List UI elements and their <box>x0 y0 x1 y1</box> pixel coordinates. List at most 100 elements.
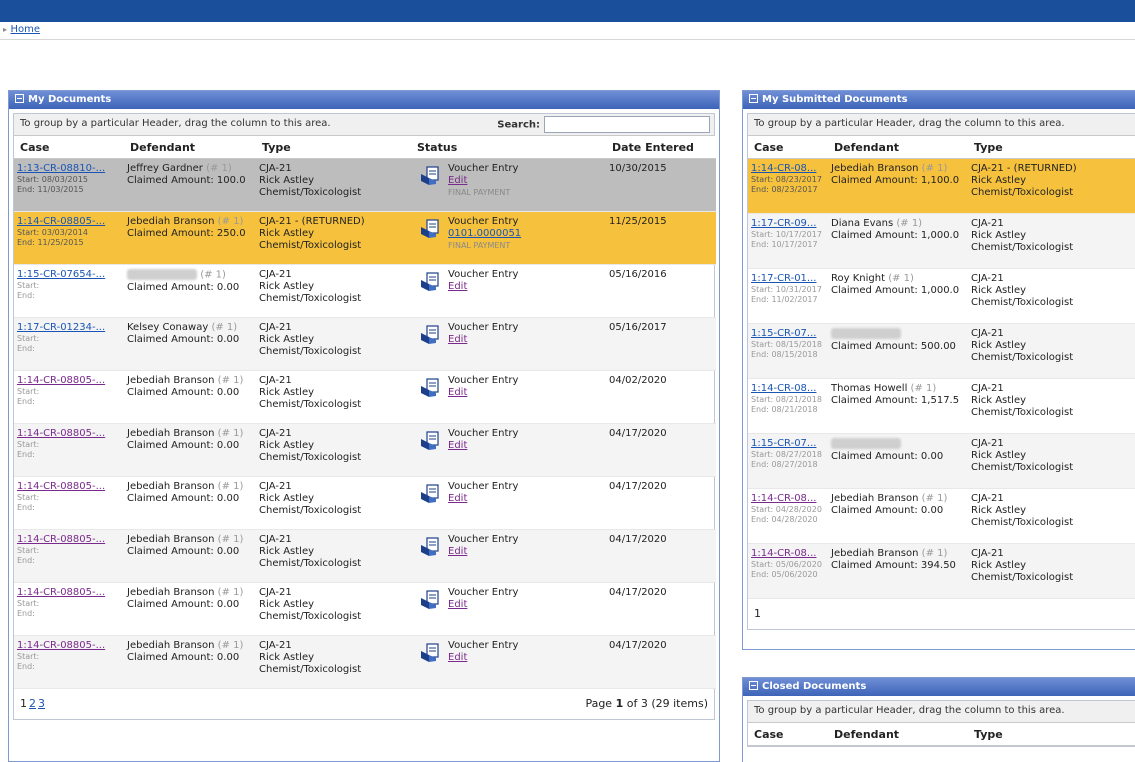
voucher-number-link[interactable]: 0101.0000051 <box>448 228 521 239</box>
case-link[interactable]: 1:14-CR-08805-... <box>17 534 105 545</box>
table-row[interactable]: 1:17-CR-01234-... Start: End: Kelsey Cona… <box>14 317 716 371</box>
table-row[interactable]: 1:14-CR-08805-... Start: End: Jebediah Br… <box>14 635 716 689</box>
case-link[interactable]: 1:17-CR-09... <box>751 218 816 229</box>
start-date: Start: <box>17 334 121 344</box>
edit-link[interactable]: Edit <box>448 387 467 398</box>
search-input[interactable] <box>544 116 710 133</box>
end-label: End: <box>751 240 769 249</box>
case-link[interactable]: 1:14-CR-08805-... <box>17 640 105 651</box>
case-link[interactable]: 1:14-CR-08... <box>751 383 816 394</box>
table-row[interactable]: 1:14-CR-08... Start: 08/23/2017 End: 08/23… <box>748 158 1135 214</box>
column-header[interactable]: Status <box>411 136 606 159</box>
table-row[interactable]: 1:17-CR-09... Start: 10/17/2017 End: 10/17… <box>748 213 1135 269</box>
edit-link[interactable]: Edit <box>448 175 467 186</box>
group-by-area[interactable]: To group by a particular Header, drag th… <box>748 114 1135 136</box>
case-link[interactable]: 1:14-CR-08805-... <box>17 216 105 227</box>
group-by-area[interactable]: To group by a particular Header, drag th… <box>748 701 1135 723</box>
case-link[interactable]: 1:14-CR-08... <box>751 493 816 504</box>
edit-link[interactable]: Edit <box>448 440 467 451</box>
table-row[interactable]: 1:15-CR-07654-... Start: End: (# 1) Claime… <box>14 264 716 318</box>
edit-link[interactable]: Edit <box>448 334 467 345</box>
table-row[interactable]: 1:14-CR-08805-... Start: End: Jebediah Br… <box>14 423 716 477</box>
edit-link[interactable]: Edit <box>448 599 467 610</box>
column-header[interactable]: Type <box>968 136 1135 159</box>
table-row[interactable]: 1:17-CR-01... Start: 10/31/2017 End: 11/02… <box>748 268 1135 324</box>
type-line: Chemist/Toxicologist <box>971 242 1074 253</box>
page-link[interactable]: 1 <box>754 607 761 620</box>
case-link[interactable]: 1:14-CR-08805-... <box>17 375 105 386</box>
submitted-documents-grid: To group by a particular Header, drag th… <box>747 113 1135 630</box>
column-header[interactable]: Case <box>748 136 828 159</box>
case-link[interactable]: 1:14-CR-08... <box>751 548 816 559</box>
table-row[interactable]: 1:15-CR-07... Start: 08/15/2018 End: 08/15… <box>748 323 1135 379</box>
column-header[interactable]: Defendant <box>828 136 968 159</box>
page-info: Page 1 of 3 (29 items) <box>585 697 708 710</box>
type-line: Rick Astley <box>259 599 315 610</box>
case-link[interactable]: 1:14-CR-08805-... <box>17 428 105 439</box>
table-row[interactable]: 1:14-CR-08... Start: 05/06/2020 End: 05/06… <box>748 543 1135 599</box>
date-entered: 04/17/2020 <box>606 635 716 689</box>
type-line: Chemist/Toxicologist <box>259 452 362 463</box>
page-link[interactable]: 2 <box>29 697 36 710</box>
case-link[interactable]: 1:14-CR-08... <box>751 163 816 174</box>
table-row[interactable]: 1:14-CR-08805-... Start: End: Jebediah Br… <box>14 370 716 424</box>
case-link[interactable]: 1:13-CR-08810-... <box>17 163 105 174</box>
defendant-cell: Roy Knight (# 1) Claimed Amount: 1,000.0 <box>828 268 968 324</box>
column-header[interactable]: Case <box>748 723 828 746</box>
type-line: Chemist/Toxicologist <box>259 240 362 251</box>
column-header[interactable]: Type <box>256 136 411 159</box>
column-header[interactable]: Defendant <box>124 136 256 159</box>
type-line: CJA-21 <box>971 383 1004 394</box>
collapse-icon[interactable] <box>15 94 24 103</box>
table-row[interactable]: 1:14-CR-08805-... Start: 03/03/2014 End: 1… <box>14 211 716 265</box>
submitted-documents-header[interactable]: My Submitted Documents <box>743 91 1135 109</box>
page-link[interactable]: 3 <box>38 697 45 710</box>
start-label: Start: <box>751 175 774 184</box>
table-row[interactable]: 1:14-CR-08... Start: 08/21/2018 End: 08/21… <box>748 378 1135 434</box>
type-cell: CJA-21 Rick Astley Chemist/Toxicologist <box>256 264 411 318</box>
defendant-number: (# 1) <box>896 218 923 229</box>
table-row[interactable]: 1:14-CR-08... Start: 04/28/2020 End: 04/28… <box>748 488 1135 544</box>
type-line: CJA-21 <box>259 322 292 333</box>
case-link[interactable]: 1:17-CR-01234-... <box>17 322 105 333</box>
end-label: End: <box>17 344 35 353</box>
edit-link[interactable]: Edit <box>448 281 467 292</box>
collapse-icon[interactable] <box>749 94 758 103</box>
column-header[interactable]: Case <box>14 136 124 159</box>
edit-link[interactable]: Edit <box>448 652 467 663</box>
edit-link[interactable]: Edit <box>448 546 467 557</box>
page-link[interactable]: 1 <box>20 697 27 710</box>
table-row[interactable]: 1:15-CR-07... Start: 08/27/2018 End: 08/27… <box>748 433 1135 489</box>
claimed-amount: Claimed Amount: 1,100.0 <box>831 175 960 186</box>
column-header[interactable]: Date Entered <box>606 136 716 159</box>
my-documents-header[interactable]: My Documents <box>9 91 719 109</box>
case-link[interactable]: 1:14-CR-08805-... <box>17 587 105 598</box>
redacted-name <box>831 438 901 449</box>
case-link[interactable]: 1:14-CR-08805-... <box>17 481 105 492</box>
case-link[interactable]: 1:15-CR-07... <box>751 438 816 449</box>
table-row[interactable]: 1:13-CR-08810-... Start: 08/03/2015 End: 1… <box>14 158 716 212</box>
edit-link[interactable]: Edit <box>448 493 467 504</box>
type-line: Rick Astley <box>259 281 315 292</box>
collapse-icon[interactable] <box>749 681 758 690</box>
defendant-number: (# 1) <box>200 269 226 281</box>
column-header[interactable]: Type <box>968 723 1135 746</box>
case-link[interactable]: 1:15-CR-07... <box>751 328 816 339</box>
voucher-document-icon <box>421 325 439 344</box>
type-cell: CJA-21 Rick Astley Chemist/Toxicologist <box>968 543 1135 599</box>
group-by-area[interactable]: To group by a particular Header, drag th… <box>14 114 714 136</box>
start-date: Start: 08/23/2017 <box>751 175 825 185</box>
closed-documents-header[interactable]: Closed Documents <box>743 678 1135 696</box>
start-date: Start: <box>17 440 121 450</box>
case-link[interactable]: 1:17-CR-01... <box>751 273 816 284</box>
table-row[interactable]: 1:14-CR-08805-... Start: End: Jebediah Br… <box>14 529 716 583</box>
breadcrumb-home-link[interactable]: Home <box>11 24 41 35</box>
table-row[interactable]: 1:14-CR-08805-... Start: End: Jebediah Br… <box>14 582 716 636</box>
defendant-name: Jebediah Branson <box>127 534 215 545</box>
table-row[interactable]: 1:14-CR-08805-... Start: End: Jebediah Br… <box>14 476 716 530</box>
case-link[interactable]: 1:15-CR-07654-... <box>17 269 105 280</box>
defendant-name: Jebediah Branson <box>831 163 919 174</box>
start-value: 03/03/2014 <box>41 228 88 237</box>
end-date: End: <box>17 609 121 619</box>
column-header[interactable]: Defendant <box>828 723 968 746</box>
